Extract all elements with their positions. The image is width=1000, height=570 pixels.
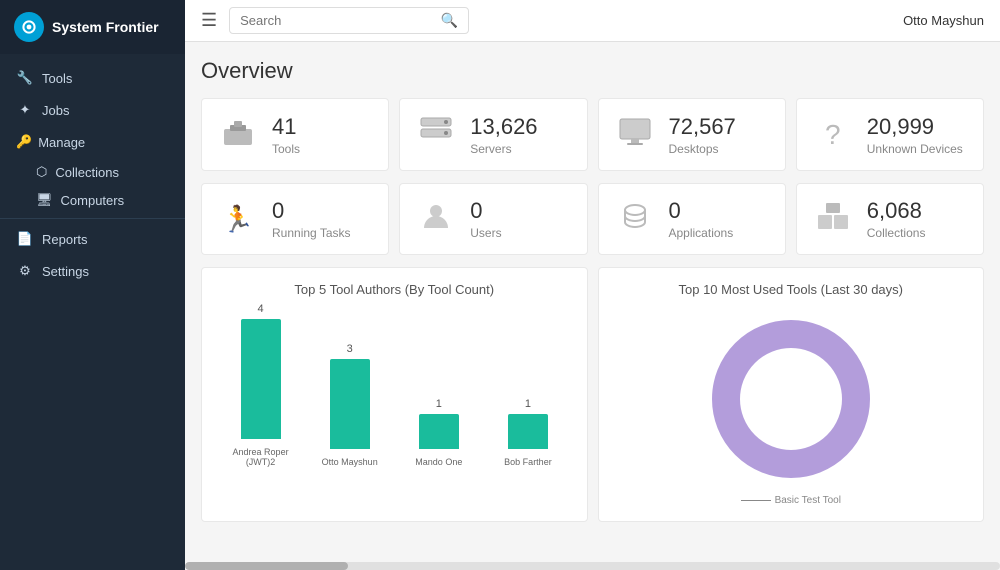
stat-card-users: 0 Users	[399, 183, 587, 255]
stat-card-collections: 6,068 Collections	[796, 183, 984, 255]
stat-info-tasks: 0 Running Tasks	[272, 198, 351, 240]
app-title: System Frontier	[52, 19, 159, 35]
bar-group: 1 Bob Farther	[493, 398, 562, 467]
bar-chart-title: Top 5 Tool Authors (By Tool Count)	[216, 282, 573, 297]
stat-info-tools: 41 Tools	[272, 114, 300, 156]
stat-number-servers: 13,626	[470, 114, 537, 140]
computers-icon: 🖥	[36, 192, 53, 208]
stat-label-servers: Servers	[470, 142, 537, 156]
main-area: ☰ 🔍 Otto Mayshun Overview 41	[185, 0, 1000, 570]
collections-icon: ⬡	[36, 164, 47, 180]
sidebar-header: System Frontier	[0, 0, 185, 54]
sidebar-nav: 🔧 Tools ✦ Jobs 🔑 Manage ⬡ Collections 🖥 …	[0, 54, 185, 295]
stat-card-unknown: ? 20,999 Unknown Devices	[796, 98, 984, 171]
stat-label-unknown: Unknown Devices	[867, 142, 963, 156]
stat-info-users: 0 Users	[470, 198, 501, 240]
sidebar-item-collections[interactable]: ⬡ Collections	[0, 158, 185, 186]
stats-grid-bottom: 🏃 0 Running Tasks 0 Users	[201, 183, 984, 255]
sidebar-item-manage[interactable]: 🔑 Manage	[0, 126, 185, 158]
boxes-icon	[813, 199, 853, 240]
bar-group: 1 Mando One	[404, 398, 473, 467]
page-title: Overview	[201, 58, 984, 84]
stat-info-unknown: 20,999 Unknown Devices	[867, 114, 963, 156]
bar-label: Bob Farther	[504, 457, 552, 467]
bar-rect	[419, 414, 459, 449]
reports-icon: 📄	[16, 231, 34, 247]
running-icon: 🏃	[218, 204, 258, 235]
stat-info-collections: 6,068 Collections	[867, 198, 926, 240]
stat-info-applications: 0 Applications	[669, 198, 734, 240]
bar-label: Mando One	[415, 457, 462, 467]
bar-rect	[330, 359, 370, 449]
stat-number-collections: 6,068	[867, 198, 926, 224]
toolbox-icon	[218, 113, 258, 156]
apps-icon	[615, 200, 655, 239]
stat-number-tools: 41	[272, 114, 300, 140]
topbar: ☰ 🔍 Otto Mayshun	[185, 0, 1000, 42]
question-icon: ?	[813, 119, 853, 151]
stat-info-desktops: 72,567 Desktops	[669, 114, 736, 156]
stat-number-unknown: 20,999	[867, 114, 963, 140]
stat-card-applications: 0 Applications	[598, 183, 786, 255]
stat-card-servers: 13,626 Servers	[399, 98, 587, 171]
bar-chart: 4Andrea Roper (JWT)23Otto Mayshun1Mando …	[216, 307, 573, 467]
menu-icon[interactable]: ☰	[201, 10, 217, 31]
stat-label-tasks: Running Tasks	[272, 226, 351, 240]
bar-label: Otto Mayshun	[322, 457, 378, 467]
stat-info-servers: 13,626 Servers	[470, 114, 537, 156]
content-area: Overview 41 Tools	[185, 42, 1000, 562]
sidebar-item-jobs[interactable]: ✦ Jobs	[0, 94, 185, 126]
donut-container: Basic Test Tool	[613, 307, 970, 507]
bar-rect	[241, 319, 281, 439]
legend-label: Basic Test Tool	[775, 495, 841, 506]
stat-number-applications: 0	[669, 198, 734, 224]
jobs-icon: ✦	[16, 102, 34, 118]
sidebar-item-settings[interactable]: ⚙ Settings	[0, 255, 185, 287]
stat-label-collections: Collections	[867, 226, 926, 240]
stat-card-tasks: 🏃 0 Running Tasks	[201, 183, 389, 255]
stat-label-applications: Applications	[669, 226, 734, 240]
bar-value: 1	[436, 398, 442, 410]
stat-card-tools: 41 Tools	[201, 98, 389, 171]
donut-chart-card: Top 10 Most Used Tools (Last 30 days) Ba…	[598, 267, 985, 522]
desktop-icon	[615, 115, 655, 154]
sidebar-item-tools[interactable]: 🔧 Tools	[0, 62, 185, 94]
legend-line	[741, 500, 771, 501]
bar-group: 4 Andrea Roper (JWT)2	[226, 303, 295, 467]
settings-icon: ⚙	[16, 263, 34, 279]
sidebar-item-computers[interactable]: 🖥 Computers	[0, 186, 185, 214]
stat-label-desktops: Desktops	[669, 142, 736, 156]
stat-number-tasks: 0	[272, 198, 351, 224]
search-icon[interactable]: 🔍	[441, 12, 458, 29]
donut-svg	[701, 309, 881, 489]
bar-value: 1	[525, 398, 531, 410]
stat-number-users: 0	[470, 198, 501, 224]
search-input[interactable]	[240, 13, 435, 28]
stat-label-tools: Tools	[272, 142, 300, 156]
charts-row: Top 5 Tool Authors (By Tool Count) 4 Andr…	[201, 267, 984, 522]
search-container: 🔍	[229, 7, 469, 34]
server-icon	[416, 115, 456, 154]
manage-icon: 🔑	[16, 134, 32, 150]
stat-number-desktops: 72,567	[669, 114, 736, 140]
bar-label: Andrea Roper (JWT)2	[226, 447, 295, 467]
tools-icon: 🔧	[16, 70, 34, 86]
scrollbar-thumb[interactable]	[185, 562, 348, 570]
horizontal-scrollbar[interactable]	[185, 562, 1000, 570]
users-icon	[416, 200, 456, 239]
bar-group: 3 Otto Mayshun	[315, 343, 384, 467]
donut-chart-title: Top 10 Most Used Tools (Last 30 days)	[613, 282, 970, 297]
bar-value: 4	[258, 303, 264, 315]
bar-chart-card: Top 5 Tool Authors (By Tool Count) 4 Andr…	[201, 267, 588, 522]
stat-card-desktops: 72,567 Desktops	[598, 98, 786, 171]
sidebar-item-reports[interactable]: 📄 Reports	[0, 223, 185, 255]
stats-grid-top: 41 Tools 13,626 Servers	[201, 98, 984, 171]
donut-legend: Basic Test Tool	[741, 495, 841, 506]
stat-label-users: Users	[470, 226, 501, 240]
bar-rect	[508, 414, 548, 449]
sidebar: System Frontier 🔧 Tools ✦ Jobs 🔑 Manage …	[0, 0, 185, 570]
logo-icon	[14, 12, 44, 42]
bar-value: 3	[347, 343, 353, 355]
user-name: Otto Mayshun	[903, 13, 984, 28]
